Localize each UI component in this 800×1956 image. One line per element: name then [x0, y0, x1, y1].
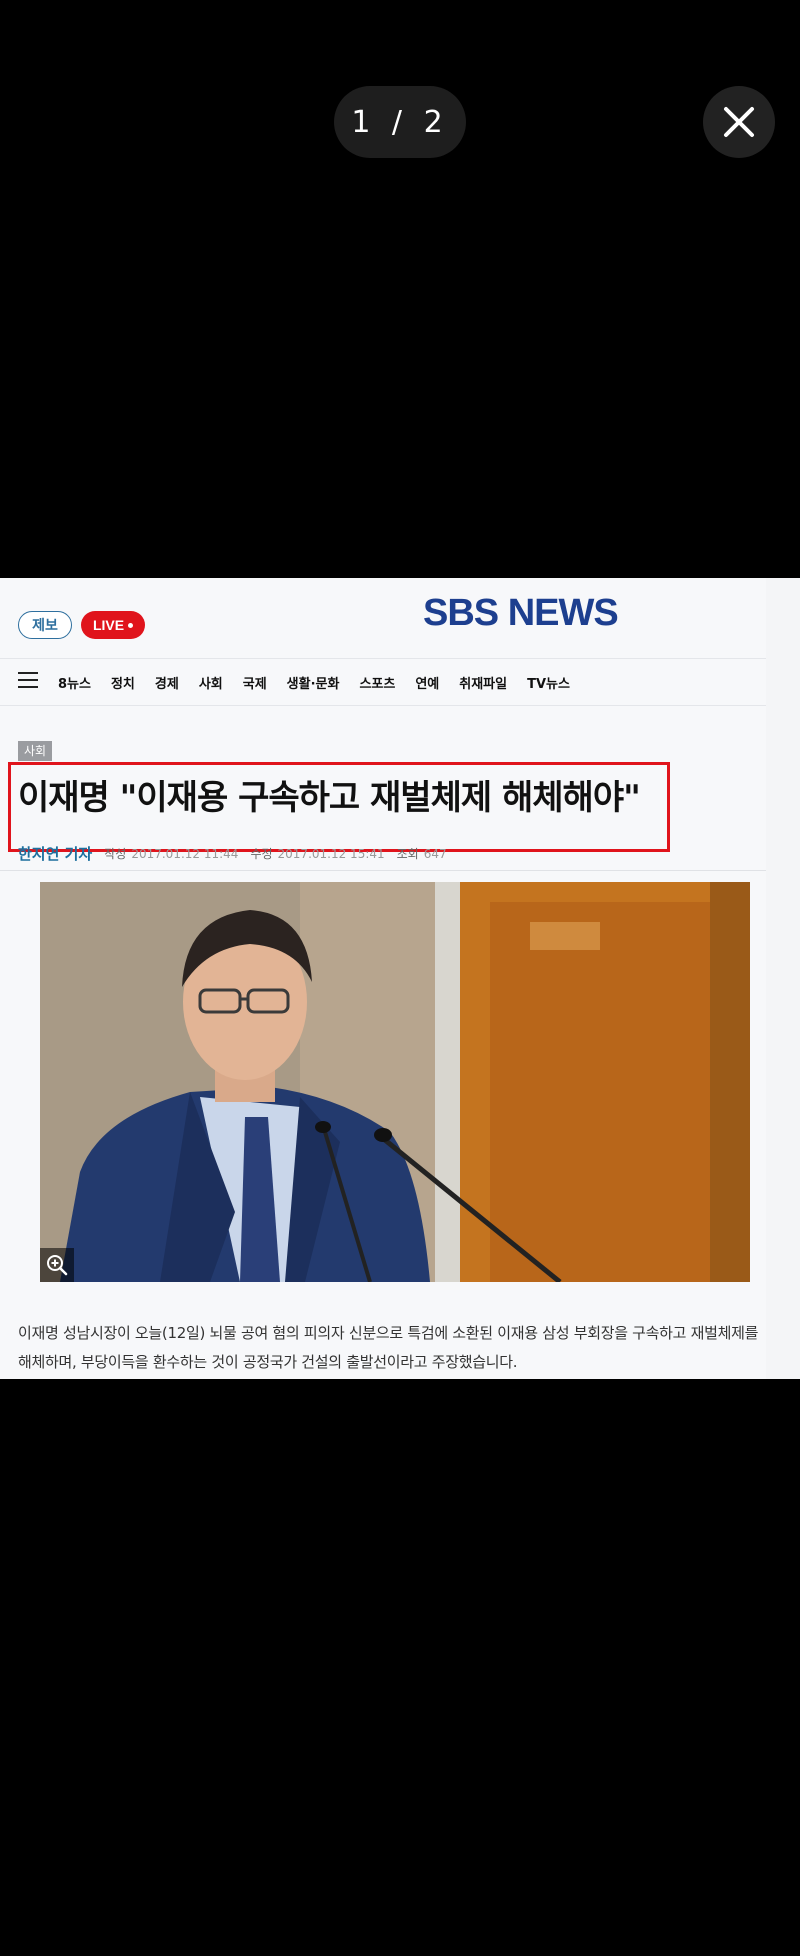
article-body: 이재명 성남시장이 오늘(12일) 뇌물 공여 혐의 피의자 신분으로 특검에 …	[18, 1319, 766, 1377]
live-button[interactable]: LIVE	[81, 611, 145, 639]
nav-item-life-culture[interactable]: 생활·문화	[287, 673, 340, 692]
image-counter: 1 / 2	[334, 86, 466, 158]
live-dot-icon	[128, 622, 134, 628]
written-time: 2017.01.12 11:44	[131, 846, 239, 861]
close-icon	[724, 107, 754, 137]
article-photo[interactable]	[40, 882, 750, 1282]
news-page: SBS NEWS 제보 LIVE 8뉴스 정치 경제 사회 국제 생활·문화 스…	[0, 578, 766, 1379]
nav-bar: 8뉴스 정치 경제 사회 국제 생활·문화 스포츠 연예 취재파일 TV뉴스	[0, 658, 766, 706]
views-label: 조회	[396, 847, 419, 861]
sbs-news-logo: SBS NEWS	[423, 588, 623, 632]
logo-text: SBS NEWS	[423, 592, 618, 632]
nav-item-economy[interactable]: 경제	[155, 673, 179, 692]
menu-icon[interactable]	[18, 672, 38, 688]
article-screenshot: SBS NEWS 제보 LIVE 8뉴스 정치 경제 사회 국제 생활·문화 스…	[0, 578, 800, 1379]
body-line-2: 해체하며, 부당이득을 환수하는 것이 공정국가 건설의 출발선이라고 주장했습…	[18, 1353, 518, 1371]
tip-label: 제보	[32, 617, 58, 633]
nav-menu: 8뉴스 정치 경제 사회 국제 생활·문화 스포츠 연예 취재파일 TV뉴스	[58, 659, 590, 705]
author-name[interactable]: 한지연 기자	[18, 843, 92, 864]
nav-item-tv-news[interactable]: TV뉴스	[527, 673, 570, 692]
written-label: 작성	[104, 847, 127, 861]
nav-item-reporting-file[interactable]: 취재파일	[459, 673, 507, 692]
nav-item-sports[interactable]: 스포츠	[359, 673, 395, 692]
speaker-photo	[40, 882, 750, 1282]
category-badge[interactable]: 사회	[18, 741, 53, 761]
zoom-button[interactable]	[40, 1248, 74, 1282]
red-highlight-box	[8, 762, 670, 852]
live-label: LIVE	[92, 617, 125, 633]
modified-label: 수정	[250, 847, 273, 861]
divider	[0, 870, 766, 871]
zoom-in-icon	[47, 1255, 68, 1276]
tip-button[interactable]: 제보	[18, 611, 72, 639]
nav-item-society[interactable]: 사회	[199, 673, 223, 692]
article-byline: 한지연 기자 작성 2017.01.12 11:44 수정 2017.01.12…	[18, 843, 459, 864]
nav-item-8news[interactable]: 8뉴스	[58, 673, 91, 692]
nav-item-world[interactable]: 국제	[243, 673, 267, 692]
close-button[interactable]	[703, 86, 775, 158]
modified-time: 2017.01.12 15:41	[277, 846, 385, 861]
body-line-1: 이재명 성남시장이 오늘(12일) 뇌물 공여 혐의 피의자 신분으로 특검에 …	[18, 1324, 759, 1342]
nav-item-entertainment[interactable]: 연예	[415, 673, 439, 692]
nav-item-politics[interactable]: 정치	[111, 673, 135, 692]
views-count: 647	[423, 846, 447, 861]
